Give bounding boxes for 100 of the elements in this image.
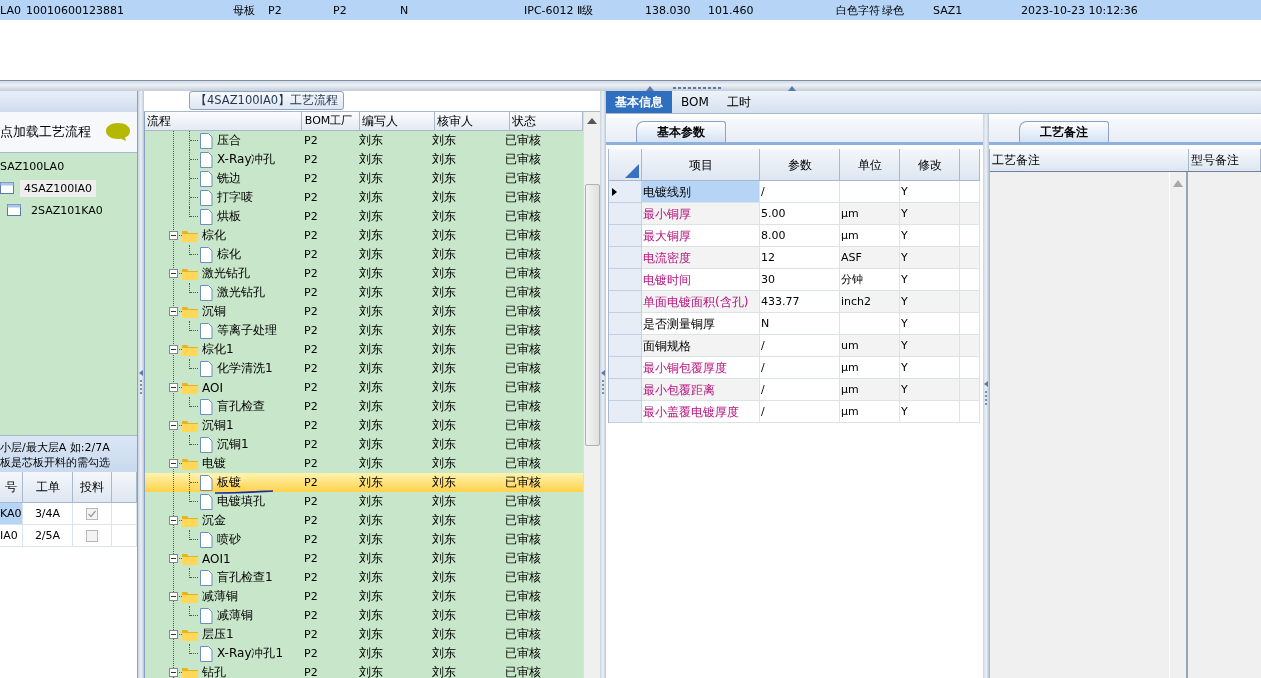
table-cell[interactable]: / — [760, 357, 840, 379]
tree-item[interactable]: AOI1 — [202, 551, 235, 566]
tree-item[interactable]: 2SAZ101KA0 — [27, 201, 107, 219]
tree-item[interactable]: X-Ray冲孔 — [199, 152, 280, 167]
tree-item[interactable]: 等离子处理 — [199, 323, 281, 338]
tree-item[interactable]: 沉铜1 — [199, 437, 253, 452]
column-header[interactable]: 单位 — [840, 149, 900, 181]
table-cell[interactable]: / — [760, 401, 840, 423]
tree-item[interactable]: 减薄铜 — [202, 589, 242, 604]
table-cell[interactable]: 5.00 — [760, 203, 840, 225]
tree-item[interactable]: 棕化 — [202, 228, 230, 243]
tree-item[interactable]: 板镀 — [199, 475, 245, 490]
tree-item[interactable]: 4SAZ100IA0 — [20, 179, 96, 197]
table-cell[interactable]: / — [760, 181, 840, 203]
table-cell — [960, 401, 980, 423]
checkbox[interactable] — [86, 507, 98, 520]
tree-item[interactable]: 沉金 — [202, 513, 230, 528]
folder-icon — [181, 513, 199, 528]
tab[interactable]: 工时 — [717, 91, 760, 113]
table-cell[interactable]: / — [760, 379, 840, 401]
column-header[interactable]: 型号备注 — [1189, 149, 1261, 171]
table-cell-text: 已审核 — [504, 645, 542, 662]
tab[interactable]: 基本参数 — [636, 121, 726, 142]
collapse-toggle[interactable] — [169, 554, 178, 563]
speech-bubble-icon[interactable] — [105, 122, 131, 142]
tree-item[interactable]: 烘板 — [199, 209, 245, 224]
tab[interactable]: BOM — [672, 91, 718, 113]
column-header[interactable]: 号 — [0, 472, 23, 503]
tree-item[interactable]: 打字唛 — [199, 190, 257, 205]
tree-item[interactable]: 铣边 — [199, 171, 245, 186]
tree-item[interactable]: 沉铜 — [202, 304, 230, 319]
row-indicator[interactable] — [609, 181, 642, 203]
table-cell: 单面电镀面积(含孔) — [642, 291, 760, 313]
collapse-toggle[interactable] — [169, 459, 178, 468]
tree-item[interactable]: 激光钻孔 — [199, 285, 269, 300]
table-cell-text: 刘东 — [358, 626, 384, 643]
table-row[interactable]: LA0 10010600123881 母板 P2 P2 N IPC-6012 Ⅱ级 138.030 101.460 白色字符 绿色 SAZ1 2023-10-23 10:12:36 — [0, 0, 1261, 20]
collapse-toggle[interactable] — [169, 516, 178, 525]
collapse-toggle[interactable] — [169, 421, 178, 430]
tree-item[interactable]: 盲孔检查1 — [199, 570, 277, 585]
tree-item[interactable]: 层压1 — [202, 627, 238, 642]
tree-item[interactable]: 化学清洗1 — [199, 361, 277, 376]
tree-item[interactable]: 激光钻孔 — [202, 266, 254, 281]
tree-item[interactable]: 电镀填孔 — [199, 494, 269, 509]
table-cell-text: N — [400, 3, 410, 17]
tree-item[interactable]: X-Ray冲孔1 — [199, 646, 288, 661]
tab[interactable]: 工艺备注 — [1019, 121, 1109, 142]
table-cell-text: 101.460 — [708, 3, 755, 17]
column-header[interactable]: 工艺备注 — [990, 149, 1189, 171]
tree-item[interactable]: 沉铜1 — [202, 418, 238, 433]
document-icon — [199, 645, 213, 662]
table-cell[interactable]: 8.00 — [760, 225, 840, 247]
collapse-toggle[interactable] — [169, 345, 178, 354]
tree-item[interactable]: 减薄铜 — [199, 608, 257, 623]
tab[interactable]: 基本信息 — [606, 91, 672, 113]
table-cell[interactable]: 433.77 — [760, 291, 840, 313]
tree-item[interactable]: AOI — [202, 380, 227, 395]
collapse-toggle[interactable] — [169, 269, 178, 278]
column-header[interactable]: 投料 — [73, 472, 112, 503]
tree-item[interactable]: 盲孔检查 — [199, 399, 269, 414]
document-icon — [199, 132, 213, 149]
table-cell-text: 刘东 — [431, 474, 457, 491]
tree-item[interactable]: 电镀 — [202, 456, 230, 471]
tree-item[interactable]: 棕化 — [199, 247, 245, 262]
column-header[interactable]: 项目 — [642, 149, 760, 181]
column-header[interactable]: BOM工厂 — [301, 112, 361, 130]
collapse-toggle[interactable] — [169, 307, 178, 316]
tree-item[interactable]: 喷砂 — [199, 532, 245, 547]
table-cell[interactable]: N — [760, 313, 840, 335]
scroll-thumb[interactable] — [584, 184, 600, 446]
table-cell[interactable]: 12 — [760, 247, 840, 269]
table-cell[interactable]: / — [760, 335, 840, 357]
scroll-up-icon[interactable] — [587, 118, 597, 124]
collapse-toggle[interactable] — [169, 668, 178, 677]
table-cell-text: 已审核 — [504, 626, 542, 643]
table-cell-text: 刘东 — [431, 569, 457, 586]
splitter-grip-icon[interactable] — [645, 85, 796, 91]
corner-triangle-icon — [625, 164, 639, 178]
table-cell-text: 刘东 — [431, 455, 457, 472]
checkbox[interactable] — [86, 529, 98, 542]
tree-item[interactable]: 棕化1 — [202, 342, 238, 357]
table-cell-text: 刘东 — [431, 436, 457, 453]
table-cell[interactable]: 30 — [760, 269, 840, 291]
tree-item[interactable]: SAZ100LA0 — [0, 157, 65, 177]
collapse-toggle[interactable] — [169, 231, 178, 240]
scrollbar[interactable] — [583, 112, 600, 678]
column-header[interactable]: 修改 — [900, 149, 960, 181]
collapse-toggle[interactable] — [169, 592, 178, 601]
tree-item[interactable]: 钻孔 — [202, 665, 230, 678]
tree-item[interactable]: 压合 — [199, 133, 245, 148]
table-cell: 3/4A — [23, 503, 73, 525]
column-header[interactable]: 参数 — [760, 149, 840, 181]
collapse-toggle[interactable] — [169, 383, 178, 392]
column-header[interactable]: 编写人 — [360, 112, 436, 130]
collapse-toggle[interactable] — [169, 630, 178, 639]
column-header[interactable]: 工单 — [23, 472, 73, 503]
document-icon — [199, 493, 213, 510]
column-header[interactable]: 流程 — [145, 112, 302, 130]
table-cell-text: 138.030 — [645, 3, 692, 17]
column-header[interactable]: 核审人 — [435, 112, 510, 130]
